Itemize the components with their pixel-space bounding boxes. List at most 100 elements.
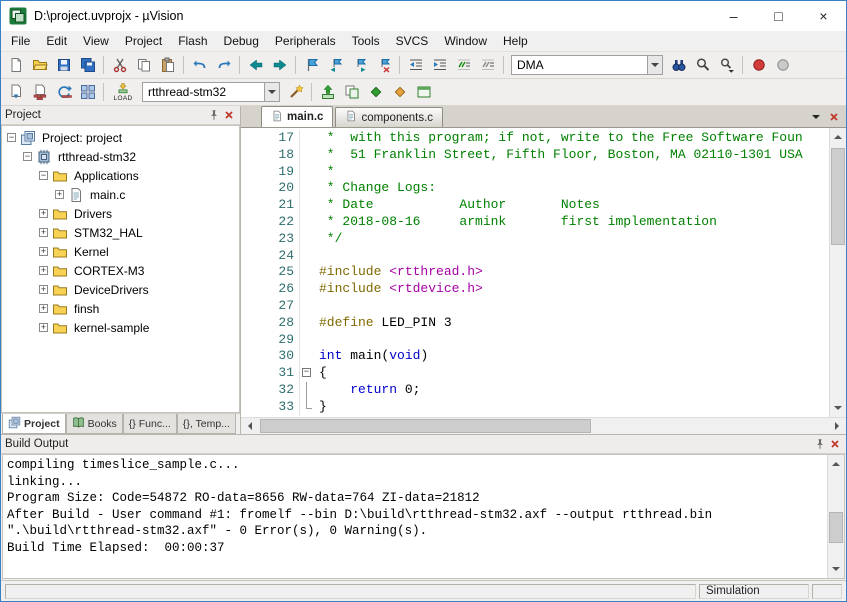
navigate-back-icon[interactable] — [244, 54, 267, 76]
expand-icon[interactable]: + — [38, 266, 49, 275]
expander-box[interactable]: − — [23, 152, 32, 161]
close-document-icon[interactable] — [826, 109, 841, 124]
menu-file[interactable]: File — [3, 32, 38, 50]
expand-icon[interactable]: + — [38, 209, 49, 218]
code-lines[interactable]: 17 * with this program; if not, write to… — [241, 128, 829, 417]
expand-icon[interactable]: + — [38, 285, 49, 294]
navigate-forward-icon[interactable] — [268, 54, 291, 76]
bookmark-prev-icon[interactable] — [324, 54, 347, 76]
editor-horizontal-scrollbar[interactable] — [241, 417, 846, 434]
scroll-track[interactable] — [258, 418, 829, 434]
scroll-up-icon[interactable] — [830, 128, 846, 145]
target-combo-dropdown-icon[interactable] — [264, 83, 279, 101]
expand-icon[interactable]: + — [54, 190, 65, 199]
batch-build-icon[interactable] — [76, 81, 99, 103]
editor-vertical-scrollbar[interactable] — [829, 128, 846, 417]
new-file-icon[interactable] — [4, 54, 27, 76]
close-panel-icon[interactable] — [221, 108, 236, 123]
panel-tab-func[interactable]: {} Func... — [123, 414, 177, 434]
bookmark-next-icon[interactable] — [348, 54, 371, 76]
paste-icon[interactable] — [156, 54, 179, 76]
tree-item-stm32-hal[interactable]: +STM32_HAL — [2, 223, 239, 242]
menu-project[interactable]: Project — [117, 32, 170, 50]
expander-box[interactable]: + — [39, 228, 48, 237]
tree-item-kernel[interactable]: +Kernel — [2, 242, 239, 261]
tree-item-applications[interactable]: −Applications — [2, 166, 239, 185]
save-icon[interactable] — [52, 54, 75, 76]
menu-edit[interactable]: Edit — [38, 32, 75, 50]
menu-debug[interactable]: Debug — [216, 32, 267, 50]
expand-icon[interactable]: + — [38, 323, 49, 332]
minimize-button[interactable]: – — [711, 1, 756, 31]
expander-box[interactable]: + — [39, 323, 48, 332]
tree-item-finsh[interactable]: +finsh — [2, 299, 239, 318]
comment-selection-icon[interactable] — [452, 54, 475, 76]
expand-icon[interactable]: + — [38, 304, 49, 313]
collapse-icon[interactable]: − — [38, 171, 49, 180]
scroll-up-icon[interactable] — [828, 455, 844, 472]
tree-item-project-project[interactable]: −Project: project — [2, 128, 239, 147]
panel-tab-project[interactable]: Project — [2, 414, 66, 434]
tree-item-drivers[interactable]: +Drivers — [2, 204, 239, 223]
collapse-icon[interactable]: − — [6, 133, 17, 142]
tree-item-cortex-m3[interactable]: +CORTEX-M3 — [2, 261, 239, 280]
manage-books-icon[interactable] — [364, 81, 387, 103]
debug-windows-icon[interactable] — [412, 81, 435, 103]
scroll-thumb[interactable] — [260, 419, 591, 433]
indent-right-icon[interactable] — [428, 54, 451, 76]
copy-icon[interactable] — [132, 54, 155, 76]
tab-main-c[interactable]: main.c — [261, 106, 333, 127]
tree-item-main-c[interactable]: +main.c — [2, 185, 239, 204]
menu-window[interactable]: Window — [436, 32, 495, 50]
close-button[interactable]: × — [801, 1, 846, 31]
uncomment-selection-icon[interactable] — [476, 54, 499, 76]
expander-box[interactable]: + — [39, 209, 48, 218]
code-editor[interactable]: 17 * with this program; if not, write to… — [241, 128, 846, 417]
expander-box[interactable]: + — [39, 304, 48, 313]
expand-icon[interactable]: + — [38, 228, 49, 237]
document-list-icon[interactable] — [810, 111, 822, 123]
menu-view[interactable]: View — [75, 32, 117, 50]
scroll-thumb[interactable] — [829, 512, 843, 543]
search-combo[interactable]: DMA — [511, 55, 663, 75]
expander-box[interactable]: − — [39, 171, 48, 180]
fold-collapse-icon[interactable]: − — [302, 368, 311, 377]
panel-tab-temp[interactable]: {}, Temp... — [177, 414, 236, 434]
tab-components-c[interactable]: components.c — [335, 107, 443, 127]
breakpoint-icon[interactable] — [747, 54, 770, 76]
collapse-icon[interactable]: − — [22, 152, 33, 161]
scroll-track[interactable] — [828, 472, 844, 561]
close-panel-icon[interactable] — [827, 437, 842, 452]
panel-tab-books[interactable]: Books — [66, 414, 123, 434]
tree-item-devicedrivers[interactable]: +DeviceDrivers — [2, 280, 239, 299]
menu-flash[interactable]: Flash — [170, 32, 215, 50]
menu-peripherals[interactable]: Peripherals — [267, 32, 344, 50]
expander-box[interactable]: + — [39, 266, 48, 275]
bookmark-clear-icon[interactable] — [372, 54, 395, 76]
find-in-files-icon[interactable] — [667, 54, 690, 76]
search-combo-dropdown-icon[interactable] — [647, 56, 662, 74]
build-output-scrollbar[interactable] — [827, 455, 844, 578]
cut-icon[interactable] — [108, 54, 131, 76]
rebuild-icon[interactable] — [52, 81, 75, 103]
menu-svcs[interactable]: SVCS — [388, 32, 437, 50]
scroll-right-icon[interactable] — [829, 418, 846, 434]
scroll-down-icon[interactable] — [828, 561, 844, 578]
scroll-thumb[interactable] — [831, 148, 845, 245]
load-icon[interactable]: LOAD — [108, 81, 138, 103]
translate-icon[interactable] — [4, 81, 27, 103]
find-icon[interactable] — [691, 54, 714, 76]
maximize-button[interactable]: □ — [756, 1, 801, 31]
save-all-icon[interactable] — [76, 54, 99, 76]
scroll-track[interactable] — [830, 145, 846, 400]
bookmark-toggle-icon[interactable] — [300, 54, 323, 76]
expander-box[interactable]: − — [7, 133, 16, 142]
expand-icon[interactable]: + — [38, 247, 49, 256]
project-tree[interactable]: −Project: project−rtthread-stm32−Applica… — [1, 125, 240, 413]
target-combo[interactable]: rtthread-stm32 — [142, 82, 280, 102]
pin-icon[interactable] — [206, 108, 221, 123]
breakpoint-disabled-icon[interactable] — [771, 54, 794, 76]
tree-item-rtthread-stm32[interactable]: −rtthread-stm32 — [2, 147, 239, 166]
menu-tools[interactable]: Tools — [344, 32, 388, 50]
scroll-down-icon[interactable] — [830, 400, 846, 417]
